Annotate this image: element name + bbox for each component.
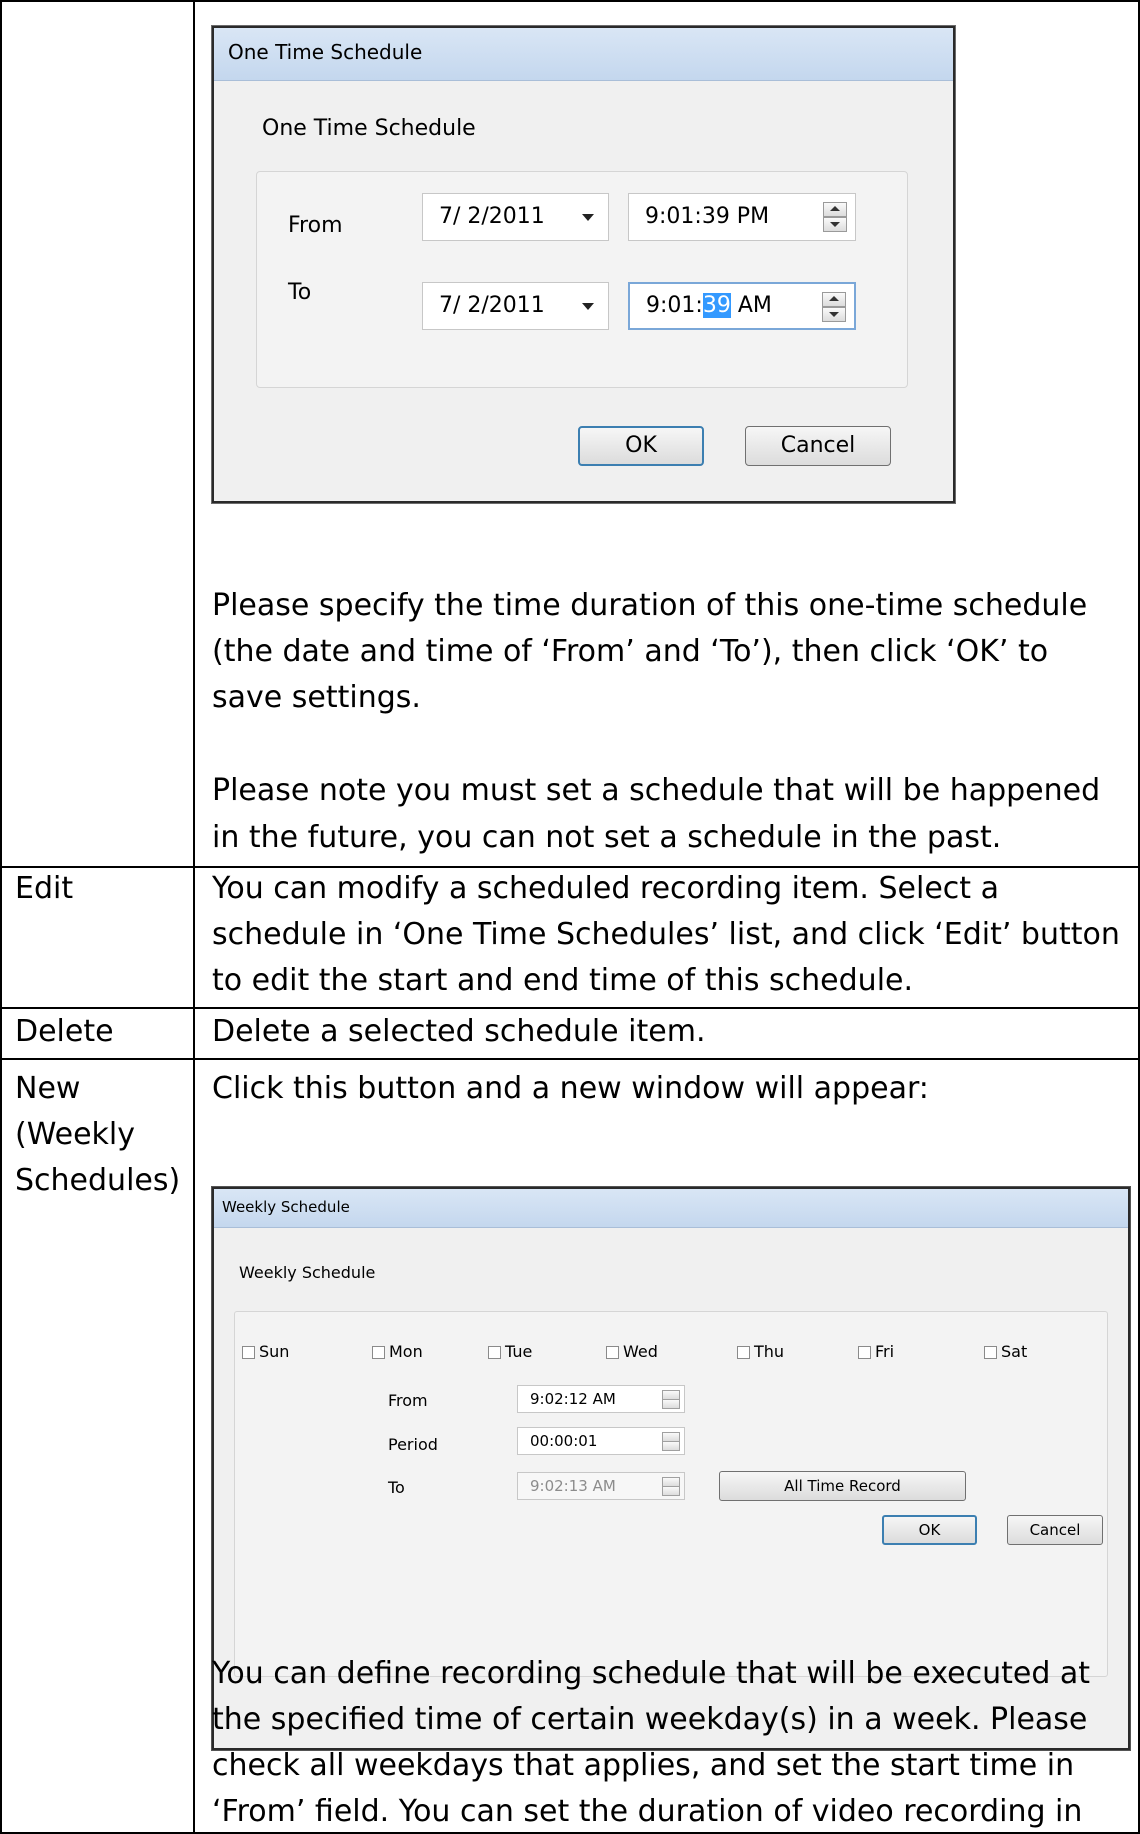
dialog-heading: One Time Schedule <box>262 116 476 141</box>
chevron-down-icon[interactable] <box>582 303 594 310</box>
checkbox-icon[interactable] <box>488 1346 501 1359</box>
dialog-titlebar: One Time Schedule <box>214 28 953 81</box>
dialog-title: One Time Schedule <box>228 40 423 64</box>
spin-down-icon[interactable] <box>822 307 846 322</box>
dialog-title: Weekly Schedule <box>222 1198 350 1216</box>
row-label-edit: Edit <box>15 871 74 906</box>
from-time-spinner[interactable] <box>662 1390 680 1409</box>
row-label-new: Schedules) <box>15 1163 181 1198</box>
weekly-description-line: ‘From’ field. You can set the duration o… <box>212 1794 1083 1829</box>
day-checkbox-thu[interactable]: Thu <box>737 1342 784 1361</box>
checkbox-icon[interactable] <box>984 1346 997 1359</box>
to-time-suffix: AM <box>730 293 772 318</box>
table-border-left <box>0 0 2 1834</box>
to-time-field[interactable]: 9:01:39 AM <box>628 282 856 330</box>
checkbox-icon[interactable] <box>858 1346 871 1359</box>
checkbox-icon[interactable] <box>372 1346 385 1359</box>
day-checkbox-wed[interactable]: Wed <box>606 1342 658 1361</box>
spin-down-icon[interactable] <box>662 1441 680 1451</box>
from-date-picker[interactable]: 7/ 2/2011 <box>422 193 609 241</box>
row-divider <box>0 1058 1140 1060</box>
to-time-selected-seconds[interactable]: 39 <box>702 293 731 318</box>
instruction-line: (the date and time of ‘From’ and ‘To’), … <box>212 634 1049 669</box>
instruction-line: save settings. <box>212 680 421 715</box>
to-time-field: 9:02:13 AM <box>517 1472 685 1500</box>
spin-down-icon <box>662 1486 680 1496</box>
cancel-button[interactable]: Cancel <box>745 426 891 466</box>
from-time-field[interactable]: 9:02:12 AM <box>517 1385 685 1413</box>
edit-description-line: schedule in ‘One Time Schedules’ list, a… <box>212 917 1120 952</box>
from-time-value: 9:01:39 PM <box>645 204 770 229</box>
day-checkbox-sat[interactable]: Sat <box>984 1342 1027 1361</box>
spin-down-icon[interactable] <box>662 1399 680 1409</box>
instruction-line: Please specify the time duration of this… <box>212 588 1088 623</box>
checkbox-icon[interactable] <box>242 1346 255 1359</box>
one-time-schedule-dialog: One Time Schedule One Time Schedule From… <box>211 25 956 504</box>
spin-up-icon[interactable] <box>822 292 846 307</box>
delete-description: Delete a selected schedule item. <box>212 1014 706 1049</box>
dialog-titlebar: Weekly Schedule <box>214 1189 1128 1228</box>
to-time-spinner[interactable] <box>822 292 846 322</box>
day-checkbox-sun[interactable]: Sun <box>242 1342 289 1361</box>
spin-down-icon[interactable] <box>823 217 847 232</box>
from-label: From <box>388 1391 428 1410</box>
row-label-delete: Delete <box>15 1014 114 1049</box>
all-time-record-button[interactable]: All Time Record <box>719 1471 966 1501</box>
cancel-button[interactable]: Cancel <box>1007 1515 1103 1545</box>
row-divider <box>0 1007 1140 1009</box>
row-label-new: New <box>15 1071 81 1106</box>
to-time-spinner <box>662 1477 680 1496</box>
weekly-description-line: check all weekdays that applies, and set… <box>212 1748 1075 1783</box>
table-border-top <box>0 0 1140 2</box>
new-weekly-intro: Click this button and a new window will … <box>212 1071 929 1106</box>
from-label: From <box>288 213 343 238</box>
from-date-value: 7/ 2/2011 <box>439 204 545 229</box>
checkbox-icon[interactable] <box>606 1346 619 1359</box>
to-time-prefix: 9:01: <box>646 293 703 318</box>
to-date-picker[interactable]: 7/ 2/2011 <box>422 282 609 330</box>
edit-description-line: to edit the start and end time of this s… <box>212 963 914 998</box>
period-label: Period <box>388 1435 438 1454</box>
checkbox-icon[interactable] <box>737 1346 750 1359</box>
day-checkbox-fri[interactable]: Fri <box>858 1342 894 1361</box>
day-checkbox-tue[interactable]: Tue <box>488 1342 532 1361</box>
spin-up-icon[interactable] <box>823 202 847 217</box>
to-label: To <box>288 280 312 305</box>
ok-button[interactable]: OK <box>578 426 704 466</box>
from-time-spinner[interactable] <box>823 202 847 232</box>
period-spinner[interactable] <box>662 1432 680 1451</box>
to-label: To <box>388 1478 405 1497</box>
ok-button[interactable]: OK <box>882 1515 977 1545</box>
from-time-field[interactable]: 9:01:39 PM <box>628 193 856 241</box>
table-column-divider <box>193 0 195 1834</box>
chevron-down-icon[interactable] <box>582 214 594 221</box>
to-date-value: 7/ 2/2011 <box>439 293 545 318</box>
note-line: in the future, you can not set a schedul… <box>212 820 1002 855</box>
weekly-description-line: You can define recording schedule that w… <box>212 1656 1091 1691</box>
dialog-heading: Weekly Schedule <box>239 1263 376 1282</box>
day-checkbox-mon[interactable]: Mon <box>372 1342 423 1361</box>
period-field[interactable]: 00:00:01 <box>517 1427 685 1455</box>
weekly-description-line: the specified time of certain weekday(s)… <box>212 1702 1088 1737</box>
edit-description-line: You can modify a scheduled recording ite… <box>212 871 999 906</box>
row-label-new: (Weekly <box>15 1117 135 1152</box>
note-line: Please note you must set a schedule that… <box>212 773 1101 808</box>
